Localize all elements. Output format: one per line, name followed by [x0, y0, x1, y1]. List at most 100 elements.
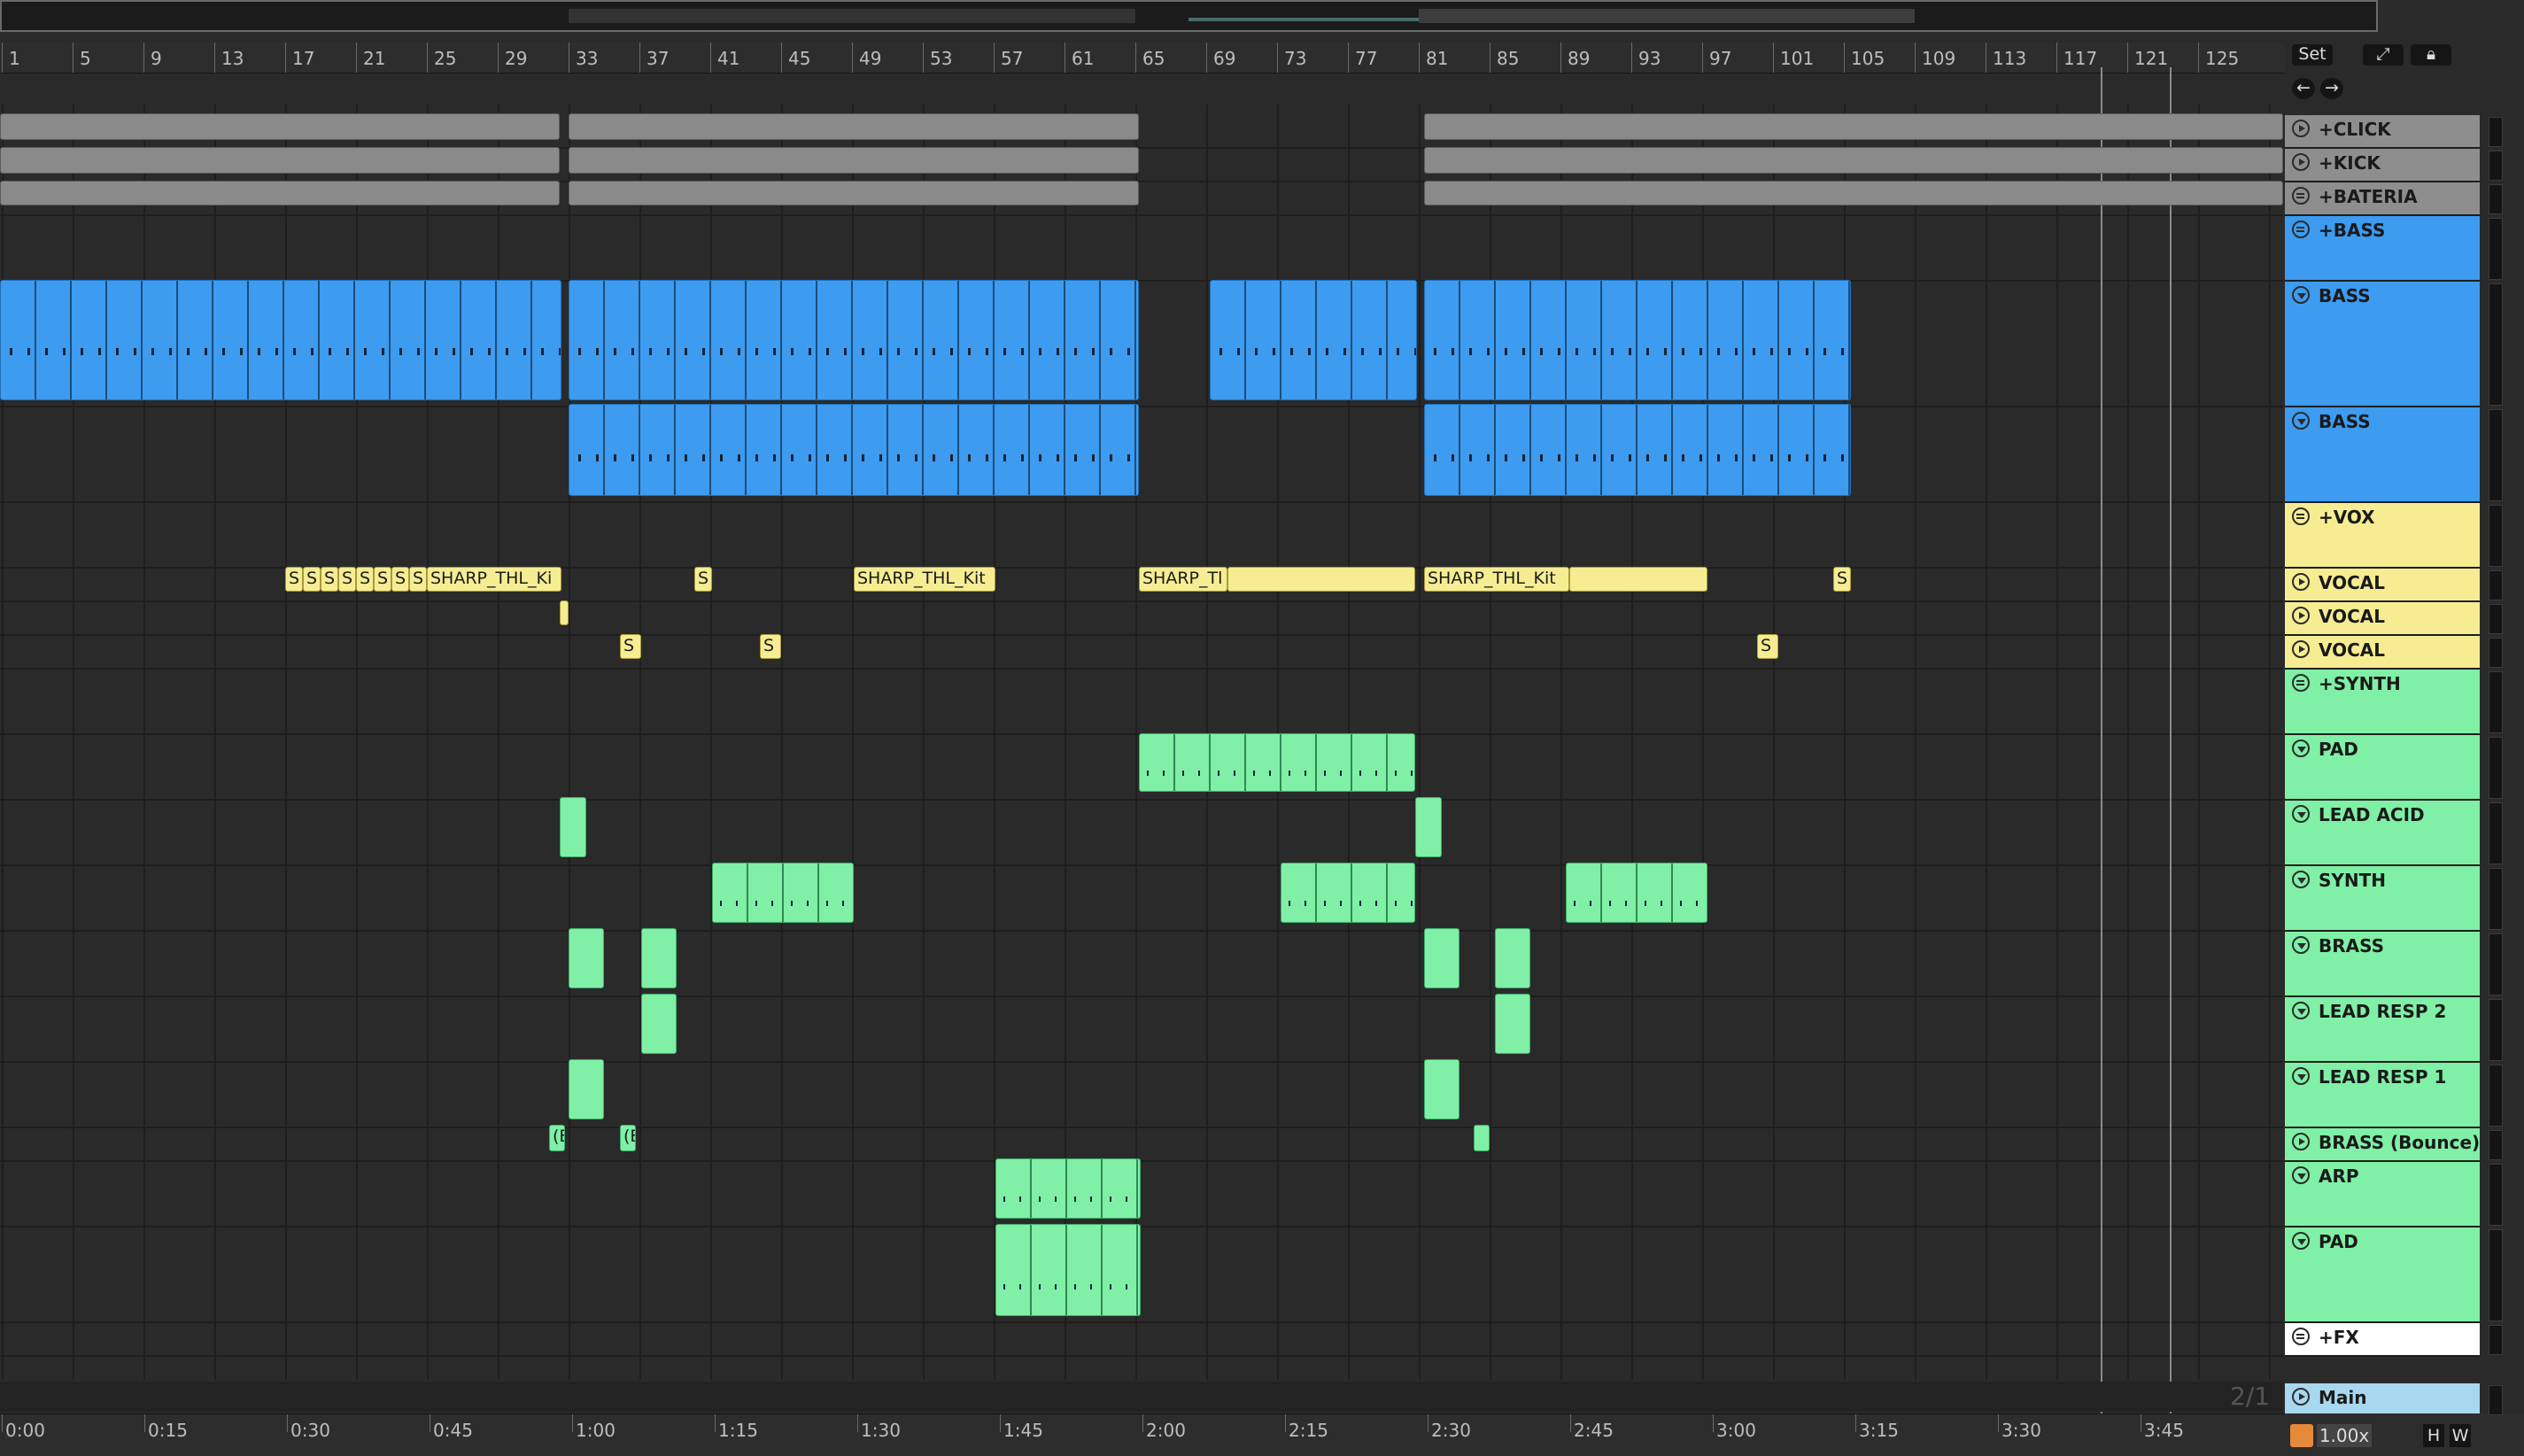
clip[interactable] [1139, 733, 1415, 792]
track-lane[interactable] [0, 503, 2283, 569]
fold-icon[interactable] [2292, 1166, 2310, 1184]
track-lane[interactable] [0, 932, 2283, 997]
play-icon[interactable] [2292, 153, 2310, 171]
tempo-scale[interactable]: 1.00x [2317, 1424, 2372, 1447]
clip[interactable] [1424, 280, 1851, 400]
w-button[interactable]: W [2450, 1424, 2471, 1447]
play-icon[interactable] [2292, 573, 2310, 591]
clip[interactable] [560, 600, 569, 625]
clip[interactable] [1415, 797, 1442, 857]
track-header[interactable]: Main [2285, 1383, 2480, 1417]
play-icon[interactable] [2292, 1133, 2310, 1150]
arrangement-overview[interactable] [0, 0, 2378, 32]
clip[interactable]: S [321, 567, 338, 592]
loop-locator[interactable] [2101, 67, 2172, 1413]
clip[interactable]: S [285, 567, 303, 592]
clip[interactable]: S [303, 567, 321, 592]
clip[interactable] [1424, 1059, 1459, 1119]
clip[interactable]: SHARP_THL_Kit [1424, 567, 1569, 592]
track-lane[interactable] [0, 997, 2283, 1063]
clip[interactable] [569, 280, 1139, 400]
clip[interactable]: S [1833, 567, 1851, 592]
track-header[interactable]: VOCAL [2285, 636, 2480, 670]
tempo-icon[interactable] [2290, 1424, 2313, 1447]
track-header[interactable]: +BASS [2285, 216, 2480, 282]
track-lane[interactable] [0, 216, 2283, 282]
lock-icon[interactable]: 🔒︎ [2411, 44, 2451, 66]
clip[interactable] [1424, 928, 1459, 988]
track-header[interactable]: +BATERIA [2285, 182, 2480, 216]
arrow-right-icon[interactable]: → [2320, 78, 2343, 99]
track-lane[interactable] [0, 801, 2283, 866]
clip[interactable] [1569, 567, 1707, 592]
clip[interactable] [569, 404, 1139, 496]
track-header[interactable]: BASS [2285, 407, 2480, 503]
track-lane[interactable] [0, 1323, 2283, 1357]
play-icon[interactable] [2292, 1388, 2310, 1406]
track-header[interactable]: +FX [2285, 1323, 2480, 1357]
track-header[interactable]: LEAD RESP 1 [2285, 1063, 2480, 1128]
clip[interactable] [569, 928, 604, 988]
clip[interactable]: S [338, 567, 356, 592]
clip[interactable] [641, 928, 677, 988]
clip[interactable] [0, 181, 560, 205]
clip[interactable] [1495, 994, 1530, 1054]
clip[interactable] [995, 1158, 1141, 1219]
group-icon[interactable] [2292, 221, 2310, 238]
clip[interactable]: SHARP_THL_Kit [854, 567, 995, 592]
clip[interactable] [569, 147, 1139, 174]
track-header[interactable]: BRASS (Bounce) [2285, 1128, 2480, 1162]
track-header[interactable]: BRASS [2285, 932, 2480, 997]
clip[interactable]: S [620, 634, 641, 659]
play-icon[interactable] [2292, 640, 2310, 658]
beat-time-ruler[interactable]: 1 5 9 13 17 21 25 29 33 37 41 45 49 53 57 61 65 69 73 77 81 8… [0, 43, 2285, 74]
group-icon[interactable] [2292, 187, 2310, 205]
track-lane[interactable] [0, 1128, 2283, 1162]
track-lane[interactable] [0, 636, 2283, 670]
clip[interactable] [712, 863, 854, 923]
group-icon[interactable] [2292, 507, 2310, 525]
clip[interactable] [641, 994, 677, 1054]
clip[interactable] [569, 1059, 604, 1119]
track-header[interactable]: +CLICK [2285, 115, 2480, 149]
clip[interactable]: S [409, 567, 427, 592]
track-lane[interactable] [0, 602, 2283, 636]
set-button[interactable]: Set [2292, 44, 2333, 66]
clip[interactable] [0, 280, 561, 400]
group-icon[interactable] [2292, 1328, 2310, 1345]
group-icon[interactable] [2292, 674, 2310, 692]
arrow-left-icon[interactable]: ← [2292, 78, 2315, 99]
time-ruler[interactable]: 0:00 0:15 0:30 0:45 1:00 1:15 1:30 1:45 2:00 2:15… [0, 1413, 2285, 1456]
track-header[interactable]: PAD [2285, 735, 2480, 801]
clip[interactable] [0, 147, 560, 174]
track-lane[interactable] [0, 1063, 2283, 1128]
track-header[interactable]: LEAD RESP 2 [2285, 997, 2480, 1063]
clip[interactable] [1424, 113, 2283, 140]
track-header[interactable]: +SYNTH [2285, 670, 2480, 735]
clip[interactable] [1566, 863, 1707, 923]
track-header[interactable]: SYNTH [2285, 866, 2480, 932]
track-header[interactable]: ARP [2285, 1162, 2480, 1228]
play-icon[interactable] [2292, 120, 2310, 137]
fold-icon[interactable] [2292, 412, 2310, 430]
clip[interactable]: S [694, 567, 712, 592]
track-lane[interactable] [0, 407, 2283, 503]
clip[interactable] [569, 113, 1139, 140]
track-header[interactable]: VOCAL [2285, 569, 2480, 602]
clip[interactable]: S [391, 567, 409, 592]
track-header[interactable]: LEAD ACID [2285, 801, 2480, 866]
clip[interactable] [1281, 863, 1415, 923]
clip[interactable]: S [1757, 634, 1778, 659]
fold-icon[interactable] [2292, 805, 2310, 823]
play-icon[interactable] [2292, 607, 2310, 624]
clip[interactable] [995, 1224, 1141, 1316]
clip[interactable] [1495, 928, 1530, 988]
clip[interactable]: (E [549, 1125, 565, 1151]
track-lane[interactable] [0, 670, 2283, 735]
clip[interactable] [1424, 181, 2283, 205]
clip[interactable] [1424, 147, 2283, 174]
clip[interactable]: S [356, 567, 374, 592]
clip[interactable]: SHARP_Tl [1139, 567, 1227, 592]
track-header[interactable]: BASS [2285, 282, 2480, 407]
fold-icon[interactable] [2292, 1232, 2310, 1250]
